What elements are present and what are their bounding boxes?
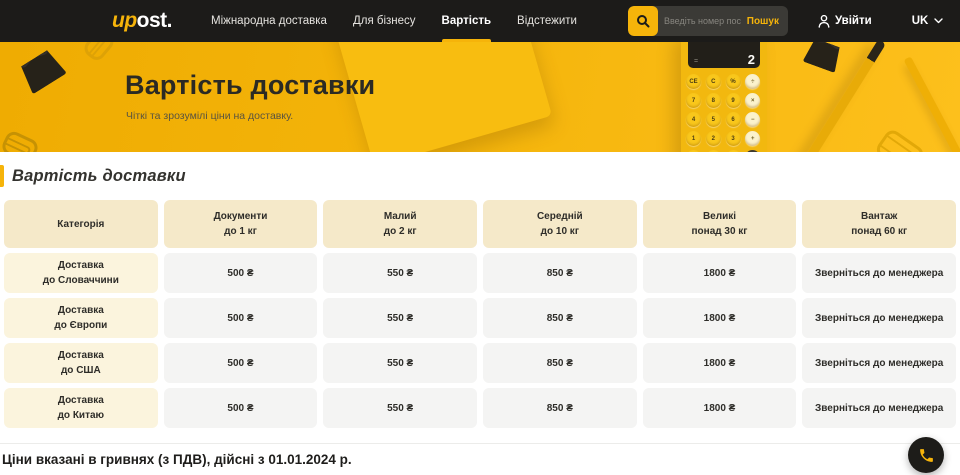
calc-key: 5	[706, 112, 721, 127]
calc-result: 2	[748, 52, 755, 67]
language-label: UK	[912, 15, 929, 27]
calc-key: 6	[726, 112, 741, 127]
calculator-graphic: 1+1 = 2 CE C % ÷ 7 8 9 × 4 5 6 − 1 2 3 +	[681, 42, 767, 152]
accent-bar	[0, 165, 4, 187]
search-submit-label[interactable]: Пошук	[747, 16, 779, 27]
nav-item-business[interactable]: Для бізнесу	[340, 0, 429, 42]
page: upost. Міжнародна доставка Для бізнесу В…	[0, 0, 960, 475]
price-cell: 500 ₴	[164, 298, 318, 338]
price-cell: Зверніться до менеджера	[802, 298, 956, 338]
calc-key: 8	[706, 93, 721, 108]
price-cell: 550 ₴	[323, 343, 477, 383]
price-cell: 1800 ₴	[643, 343, 797, 383]
calc-key: 2	[706, 131, 721, 146]
phone-icon	[918, 447, 935, 464]
logo-up: up	[112, 9, 137, 33]
login-button[interactable]: Увійти	[818, 15, 872, 28]
table-header-cell: Вантаж понад 60 кг	[802, 200, 956, 248]
footer: Ціни вказані в гривнях (з ПДВ), дійсні з…	[0, 443, 960, 475]
search-button[interactable]	[628, 6, 658, 36]
calc-key: −	[745, 112, 760, 127]
price-cell: Зверніться до менеджера	[802, 253, 956, 293]
login-label: Увійти	[835, 15, 872, 27]
top-navigation: upost. Міжнародна доставка Для бізнесу В…	[0, 0, 960, 42]
calc-key: ÷	[745, 74, 760, 89]
table-header-cell: Малий до 2 кг	[323, 200, 477, 248]
price-cell: 500 ₴	[164, 343, 318, 383]
search-icon	[636, 14, 650, 28]
section-title: Вартість доставки	[12, 167, 186, 186]
calculator-keys: CE C % ÷ 7 8 9 × 4 5 6 − 1 2 3 + % 0 . =	[686, 74, 762, 152]
calc-key: 7	[686, 93, 701, 108]
hero-subtitle: Чіткі та зрозумілі ціни на доставку.	[126, 110, 293, 122]
hero-banner: 1+1 = 2 CE C % ÷ 7 8 9 × 4 5 6 − 1 2 3 +	[0, 42, 960, 152]
table-header-cell: Великі понад 30 кг	[643, 200, 797, 248]
nav-item-international[interactable]: Міжнародна доставка	[198, 0, 340, 42]
user-icon	[818, 15, 830, 28]
calc-key: 9	[726, 93, 741, 108]
price-cell: Зверніться до менеджера	[802, 388, 956, 428]
calc-key: CE	[686, 74, 701, 89]
category-cell: Доставка до Словаччини	[4, 253, 158, 293]
price-cell: 500 ₴	[164, 388, 318, 428]
binder-clip-icon	[803, 42, 844, 73]
category-cell: Доставка до Європи	[4, 298, 158, 338]
pricing-disclaimer: Ціни вказані в гривнях (з ПДВ), дійсні з…	[0, 452, 352, 467]
price-cell: 850 ₴	[483, 298, 637, 338]
calc-key: 1	[686, 131, 701, 146]
price-cell: 550 ₴	[323, 388, 477, 428]
table-header-cell: Документи до 1 кг	[164, 200, 318, 248]
price-cell: 1800 ₴	[643, 298, 797, 338]
calc-key: C	[706, 74, 721, 89]
main-nav: Міжнародна доставка Для бізнесу Вартість…	[198, 0, 590, 42]
price-cell: Зверніться до менеджера	[802, 343, 956, 383]
paperclip-icon	[81, 42, 117, 64]
logo-ost: ost.	[137, 9, 172, 33]
price-cell: 550 ₴	[323, 253, 477, 293]
calc-expression: 1+1	[745, 42, 755, 43]
language-selector[interactable]: UK	[912, 15, 944, 27]
search-input[interactable]	[658, 16, 747, 26]
calc-equals-hint: =	[694, 58, 698, 65]
category-cell: Доставка до Китаю	[4, 388, 158, 428]
nav-item-pricing[interactable]: Вартість	[429, 0, 505, 42]
logo[interactable]: upost.	[112, 9, 172, 33]
calc-key: 4	[686, 112, 701, 127]
category-cell: Доставка до США	[4, 343, 158, 383]
binder-clip-icon	[17, 48, 67, 95]
pencil-graphic	[904, 56, 960, 152]
price-cell: 850 ₴	[483, 253, 637, 293]
tracking-search: Пошук	[628, 6, 788, 36]
paperclip-icon	[873, 127, 926, 152]
chevron-down-icon	[934, 18, 943, 24]
pricing-table: Категорія Документи до 1 кг Малий до 2 к…	[0, 200, 960, 428]
nav-item-track[interactable]: Відстежити	[504, 0, 590, 42]
phone-fab-button[interactable]	[908, 437, 944, 473]
price-cell: 1800 ₴	[643, 388, 797, 428]
hero-title: Вартість доставки	[125, 70, 375, 101]
price-cell: 850 ₴	[483, 343, 637, 383]
calc-key: %	[686, 150, 701, 152]
calc-key: =	[745, 150, 760, 152]
calc-key: +	[745, 131, 760, 146]
table-header-cell: Категорія	[4, 200, 158, 248]
calc-key: ×	[745, 93, 760, 108]
calc-key: .	[726, 150, 741, 152]
paperclip-icon	[0, 129, 40, 152]
calc-key: %	[726, 74, 741, 89]
calculator-display: 1+1 = 2	[688, 42, 760, 68]
table-header-cell: Середній до 10 кг	[483, 200, 637, 248]
section-heading: Вартість доставки	[0, 164, 960, 188]
calc-key: 3	[726, 131, 741, 146]
price-cell: 1800 ₴	[643, 253, 797, 293]
price-cell: 550 ₴	[323, 298, 477, 338]
calc-key: 0	[706, 150, 721, 152]
price-cell: 850 ₴	[483, 388, 637, 428]
price-cell: 500 ₴	[164, 253, 318, 293]
